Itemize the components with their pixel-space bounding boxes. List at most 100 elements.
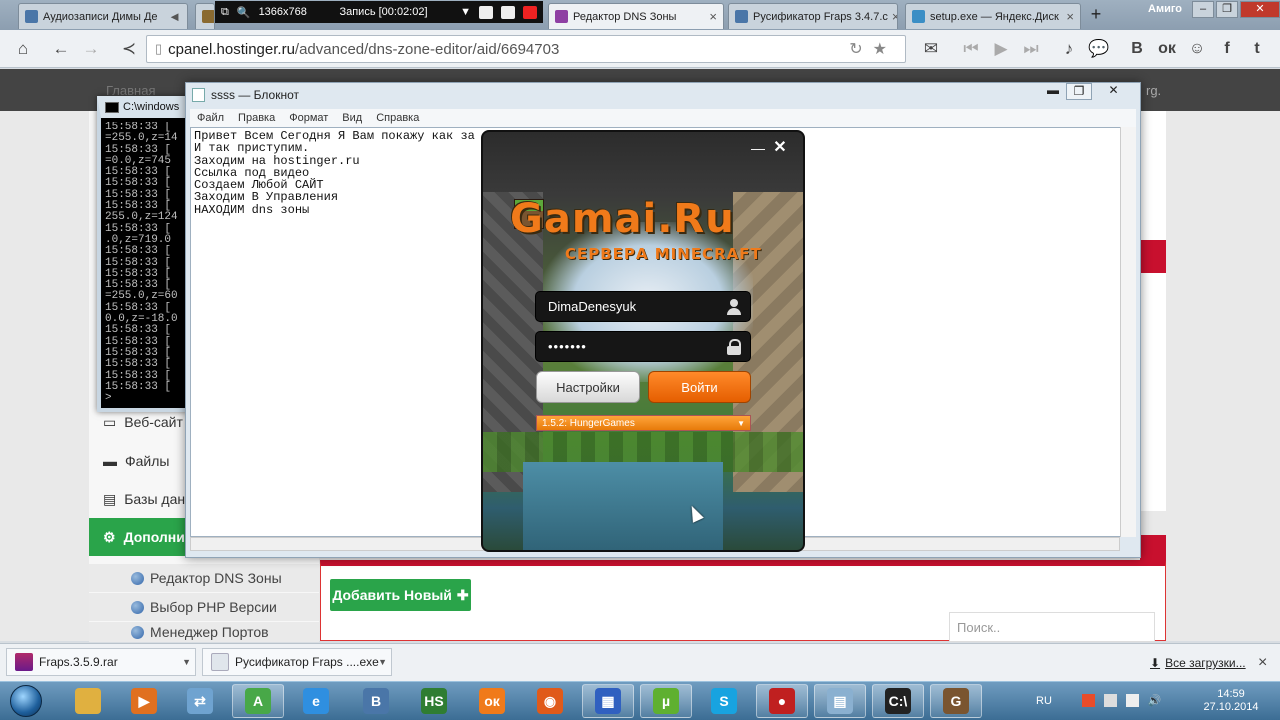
friends-icon[interactable]: ☺ — [1184, 37, 1210, 61]
download-item[interactable]: Русификатор Fraps ....exe ▼ — [202, 648, 392, 676]
taskbar-app-ie[interactable]: e — [290, 684, 342, 718]
password-value: ••••••• — [548, 339, 587, 354]
close-icon[interactable]: × — [1258, 654, 1272, 671]
clock-date: 27.10.2014 — [1203, 701, 1259, 713]
subitem-port-manager[interactable]: Менеджер Портов — [89, 622, 319, 642]
all-downloads-link[interactable]: ⬇ Все загрузки... — [1150, 654, 1250, 672]
chat-icon[interactable]: 💬 — [1086, 37, 1112, 61]
clock-time: 14:59 — [1217, 688, 1245, 700]
subitem-dns-editor[interactable]: Редактор DNS Зоны — [89, 564, 319, 592]
subitem-php-version[interactable]: Выбор PHP Версии — [89, 593, 319, 621]
menu-file[interactable]: Файл — [190, 112, 231, 124]
share-icon[interactable]: ≺ — [116, 37, 142, 61]
network-icon[interactable] — [1125, 694, 1139, 707]
search-input[interactable]: Поиск.. — [949, 612, 1155, 642]
vk-icon: B — [363, 688, 389, 714]
taskbar-app-skype[interactable]: S — [698, 684, 750, 718]
vk-icon[interactable]: В — [1124, 37, 1150, 61]
launcher-minimize-button[interactable]: — — [750, 140, 766, 156]
taskbar-app-notepad[interactable]: ▤ — [814, 684, 866, 718]
play-icon[interactable]: ▶ — [988, 37, 1014, 61]
back-icon[interactable]: ← — [48, 37, 74, 61]
taskbar-app-hs[interactable]: HS — [408, 684, 460, 718]
close-button[interactable]: ✕ — [1092, 83, 1135, 100]
clock[interactable]: 14:59 27.10.2014 — [1196, 688, 1266, 718]
start-button[interactable] — [4, 683, 48, 719]
home-icon[interactable]: ⌂ — [10, 37, 36, 61]
new-tab-button[interactable]: + — [1083, 4, 1109, 26]
mail-icon[interactable]: ✉ — [918, 37, 944, 61]
close-icon[interactable]: × — [888, 9, 897, 24]
tab-audio[interactable]: Аудиозаписи Димы Де ◄ — [18, 3, 188, 29]
username-value: DimaDenesyuk — [548, 299, 637, 314]
gears-icon: ⚙ — [103, 528, 116, 545]
menu-format[interactable]: Формат — [282, 112, 335, 124]
maximize-button[interactable]: ❐ — [1066, 83, 1092, 100]
server-select[interactable]: 1.5.2: HungerGames ▼ — [536, 415, 751, 431]
vertical-scrollbar[interactable] — [1120, 127, 1136, 537]
taskbar-app-avast[interactable]: A — [232, 684, 284, 718]
browser-user[interactable]: Амиго — [1148, 3, 1182, 15]
password-field[interactable]: ••••••• — [535, 331, 751, 362]
facebook-icon[interactable]: f — [1214, 37, 1240, 61]
taskbar-app-firefox[interactable]: ◉ — [524, 684, 576, 718]
download-item[interactable]: Fraps.3.5.9.rar ▼ — [6, 648, 196, 676]
ok-icon: ок — [479, 688, 505, 714]
taskbar-app-network[interactable]: ⇄ — [174, 684, 226, 718]
ok-icon[interactable]: ок — [1154, 37, 1180, 61]
music-icon[interactable]: ♪ — [1056, 37, 1082, 61]
taskbar-app-explorer[interactable] — [62, 684, 114, 718]
menu-help[interactable]: Справка — [369, 112, 426, 124]
reload-star-icons[interactable]: ↻★ — [849, 39, 897, 59]
twitter-icon[interactable]: t — [1244, 37, 1270, 61]
dropdown-icon[interactable]: ▼ — [460, 6, 471, 18]
minimize-button[interactable]: ‒ — [1192, 0, 1214, 18]
cmd-title: C:\windows — [105, 99, 189, 115]
menu-edit[interactable]: Правка — [231, 112, 282, 124]
launcher-close-button[interactable]: ✕ — [772, 140, 788, 156]
settings-button[interactable]: Настройки — [536, 371, 640, 403]
flag-icon[interactable] — [1081, 694, 1095, 707]
forward-icon[interactable]: → — [78, 37, 104, 61]
taskbar-app-ok[interactable]: ок — [466, 684, 518, 718]
taskbar-app-minecraft[interactable]: G — [930, 684, 982, 718]
taskbar-app-vk[interactable]: B — [350, 684, 402, 718]
chevron-down-icon[interactable]: ▼ — [182, 657, 191, 667]
taskbar-app-cmd[interactable]: C:\ — [872, 684, 924, 718]
pause-icon[interactable] — [501, 5, 515, 19]
notepad-title-text: ssss — Блокнот — [211, 88, 300, 102]
cmd-line: 15:58:33 [ — [105, 245, 172, 258]
login-button[interactable]: Войти — [648, 371, 751, 403]
username-field[interactable]: DimaDenesyuk — [535, 291, 751, 322]
tab-dns-editor[interactable]: Редактор DNS Зоны × — [548, 3, 724, 29]
taskbar-app-utorrent[interactable]: µ — [640, 684, 692, 718]
add-new-button[interactable]: Добавить Новый ✚ — [330, 579, 471, 611]
stop-icon[interactable] — [523, 5, 537, 19]
camera-icon[interactable] — [479, 5, 493, 19]
close-icon[interactable]: ◄ — [164, 9, 181, 24]
taskbar-app-hardware[interactable]: ▦ — [582, 684, 634, 718]
close-button[interactable]: ✕ — [1240, 0, 1280, 18]
subitem-label: Менеджер Портов — [150, 624, 269, 640]
maximize-button[interactable]: ❐ — [1216, 0, 1238, 18]
subitem-label: Выбор PHP Версии — [150, 599, 277, 615]
address-bar[interactable]: ▯ cpanel.hostinger.ru /advanced/dns-zone… — [146, 35, 906, 63]
volume-icon[interactable]: 🔊 — [1148, 694, 1162, 707]
tab-yandex-disk[interactable]: setup.exe — Яндекс.Диск × — [905, 3, 1081, 29]
taskbar-app-media[interactable]: ▶ — [118, 684, 170, 718]
tray-icon[interactable] — [1103, 694, 1117, 707]
close-icon[interactable]: × — [705, 9, 717, 24]
cmd-output: 15:58:33 [=255.0,z=14 15:58:33 [=0.0,z=74… — [105, 122, 187, 407]
language-indicator[interactable]: RU — [1036, 695, 1052, 707]
chevron-down-icon[interactable]: ▼ — [378, 657, 387, 667]
minimize-button[interactable]: ▬ — [1040, 83, 1066, 100]
prev-track-icon[interactable]: ⏮ — [958, 37, 984, 61]
taskbar-app-fraps[interactable]: ● — [756, 684, 808, 718]
next-track-icon[interactable]: ⏭ — [1018, 37, 1044, 61]
tab-fraps[interactable]: Русификатор Fraps 3.4.7.с × — [728, 3, 898, 29]
download-name: Русификатор Fraps ....exe — [235, 655, 379, 669]
tab-pinned[interactable] — [195, 3, 215, 29]
close-icon[interactable]: × — [1062, 9, 1074, 24]
zoom-icon: 🔍 — [236, 6, 251, 19]
menu-view[interactable]: Вид — [335, 112, 369, 124]
